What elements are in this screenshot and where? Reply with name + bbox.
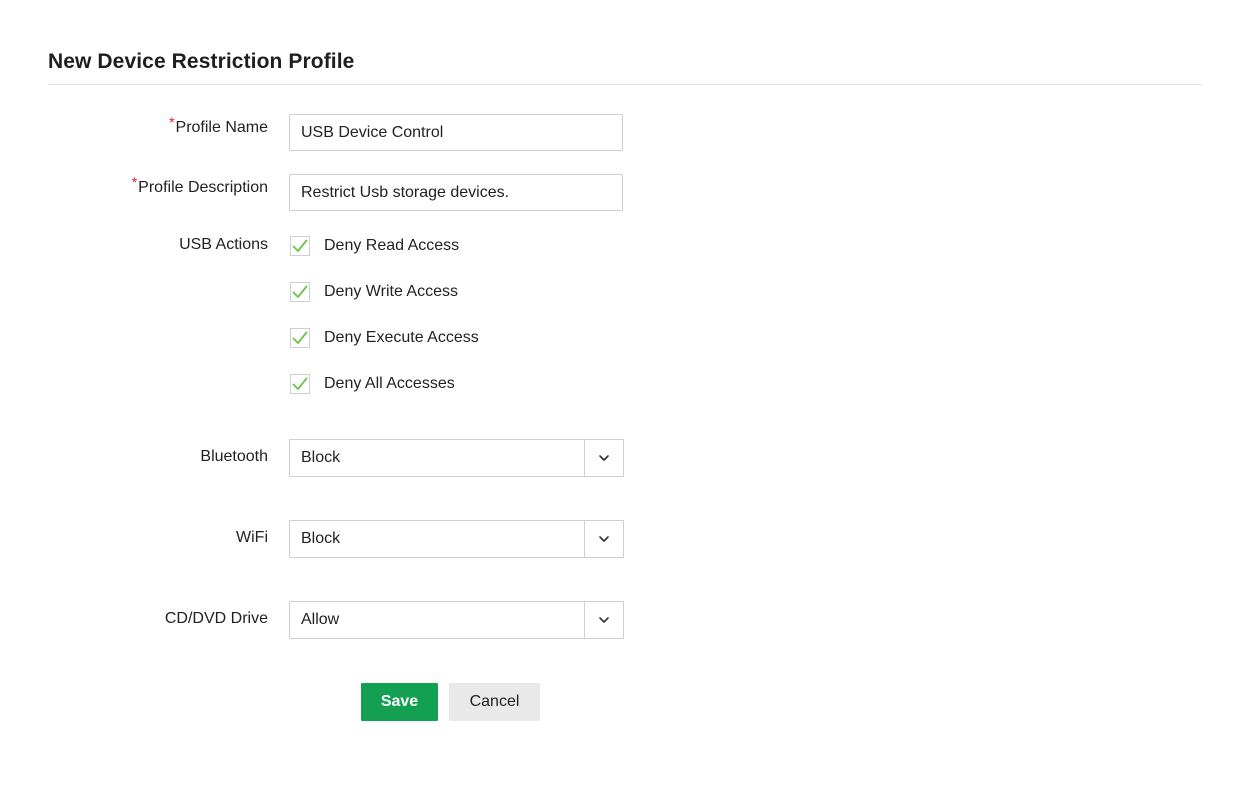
chevron-down-icon xyxy=(599,455,609,461)
wifi-label: WiFi xyxy=(236,529,268,546)
checkbox-box[interactable] xyxy=(290,236,310,256)
bluetooth-dropdown-toggle[interactable] xyxy=(584,440,623,476)
deny-write-access-checkbox[interactable]: Deny Write Access xyxy=(290,281,458,303)
bluetooth-label: Bluetooth xyxy=(200,448,268,465)
chevron-down-icon xyxy=(599,536,609,542)
check-icon xyxy=(292,285,308,298)
page-title: New Device Restriction Profile xyxy=(48,50,355,73)
deny-execute-access-checkbox[interactable]: Deny Execute Access xyxy=(290,327,479,349)
checkbox-box[interactable] xyxy=(290,328,310,348)
check-icon xyxy=(292,239,308,252)
wifi-dropdown-toggle[interactable] xyxy=(584,521,623,557)
profile-description-input[interactable] xyxy=(289,174,623,211)
wifi-selected-value: Block xyxy=(301,530,341,547)
profile-name-label-text: Profile Name xyxy=(175,119,268,136)
check-icon xyxy=(292,377,308,390)
cd-dvd-drive-dropdown-toggle[interactable] xyxy=(584,602,623,638)
chevron-down-icon xyxy=(599,617,609,623)
profile-description-label-text: Profile Description xyxy=(138,179,268,196)
profile-name-input[interactable] xyxy=(289,114,623,151)
bluetooth-selected-value: Block xyxy=(301,449,341,466)
cd-dvd-drive-selected-value: Allow xyxy=(301,611,340,628)
deny-all-accesses-checkbox[interactable]: Deny All Accesses xyxy=(290,373,455,395)
wifi-select[interactable]: Block xyxy=(289,520,624,558)
checkbox-label: Deny Execute Access xyxy=(324,329,479,346)
checkbox-label: Deny Read Access xyxy=(324,237,460,254)
title-divider xyxy=(48,84,1202,85)
cd-dvd-drive-select[interactable]: Allow xyxy=(289,601,624,639)
checkbox-label: Deny All Accesses xyxy=(324,375,455,392)
checkbox-box[interactable] xyxy=(290,282,310,302)
profile-name-label: *Profile Name xyxy=(169,114,268,137)
checkbox-box[interactable] xyxy=(290,374,310,394)
cd-dvd-drive-label: CD/DVD Drive xyxy=(164,610,268,627)
profile-description-label: *Profile Description xyxy=(132,174,268,197)
checkbox-label: Deny Write Access xyxy=(324,283,458,300)
deny-read-access-checkbox[interactable]: Deny Read Access xyxy=(290,235,459,257)
bluetooth-select[interactable]: Block xyxy=(289,439,624,477)
cancel-button[interactable]: Cancel xyxy=(449,683,540,721)
save-button[interactable]: Save xyxy=(361,683,438,721)
check-icon xyxy=(292,331,308,344)
required-marker: * xyxy=(169,114,175,130)
required-marker: * xyxy=(131,174,138,190)
usb-actions-label: USB Actions xyxy=(179,236,268,253)
